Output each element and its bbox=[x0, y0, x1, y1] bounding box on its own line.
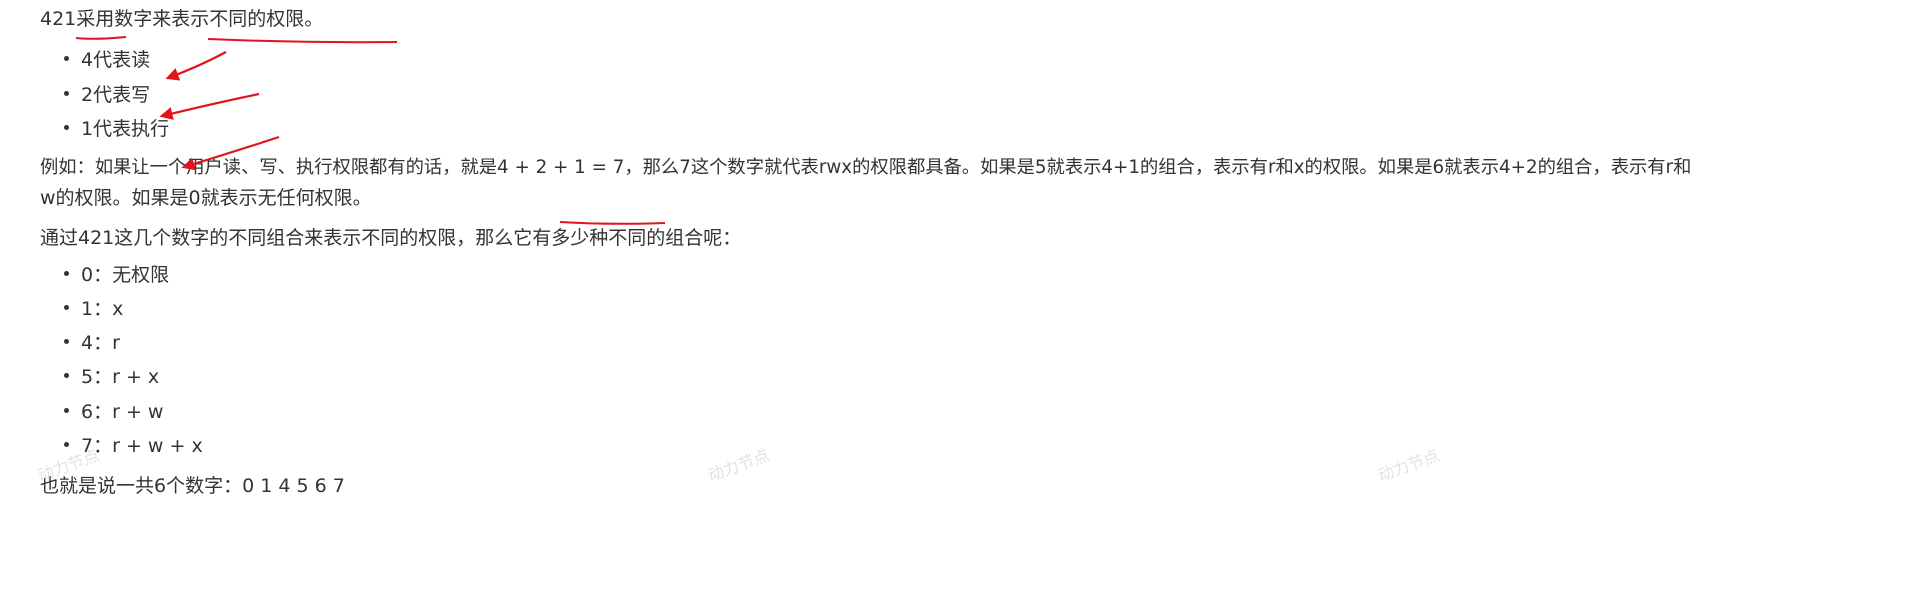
list-item: 4：r bbox=[64, 329, 120, 357]
list-item-text: 1：x bbox=[81, 298, 124, 320]
bullet-icon bbox=[64, 271, 69, 276]
list-item: 0：无权限 bbox=[64, 261, 169, 289]
bullet-icon bbox=[64, 442, 69, 447]
list-item: 4代表读 bbox=[64, 46, 150, 74]
list-item: 1：x bbox=[64, 295, 123, 323]
bullet-icon bbox=[64, 91, 69, 96]
bullet-icon bbox=[64, 56, 69, 61]
list-item-text: 6：r + w bbox=[81, 401, 164, 423]
list-item: 2代表写 bbox=[64, 81, 150, 109]
handwritten-annotations bbox=[75, 36, 666, 225]
list-item-text: 4：r bbox=[81, 332, 120, 354]
arrow-annotation bbox=[159, 92, 260, 120]
example-paragraph-line-1: 例如：如果让一个用户读、写、执行权限都有的话，就是4 + 2 + 1 = 7，那… bbox=[40, 157, 1692, 178]
bullet-icon bbox=[64, 125, 69, 130]
list-item-text: 1代表执行 bbox=[81, 118, 170, 140]
list-item-text: 4代表读 bbox=[81, 49, 151, 71]
list-item-text: 0：无权限 bbox=[81, 264, 170, 286]
watermark: 动力节点 bbox=[1375, 445, 1442, 486]
example-paragraph-line-2: w的权限。如果是0就表示无任何权限。 bbox=[40, 187, 372, 209]
list-item-text: 5：r + x bbox=[81, 366, 160, 388]
arrow-annotation bbox=[165, 51, 227, 81]
list-item-text: 7：r + w + x bbox=[81, 435, 203, 457]
list-item-text: 2代表写 bbox=[81, 84, 151, 106]
underline-annotation bbox=[75, 36, 127, 40]
watermark: 动力节点 bbox=[705, 445, 772, 486]
question-paragraph: 通过421这几个数字的不同组合来表示不同的权限，那么它有多少种不同的组合呢： bbox=[40, 227, 742, 249]
bullet-icon bbox=[64, 408, 69, 413]
bullet-icon bbox=[64, 339, 69, 344]
conclusion-paragraph: 也就是说一共6个数字：0 1 4 5 6 7 bbox=[40, 475, 345, 497]
bullet-icon bbox=[64, 373, 69, 378]
list-item: 5：r + x bbox=[64, 363, 159, 391]
bullet-icon bbox=[64, 305, 69, 310]
list-item: 1代表执行 bbox=[64, 115, 169, 143]
underline-annotation bbox=[207, 38, 398, 44]
intro-paragraph: 421采用数字来表示不同的权限。 bbox=[40, 8, 324, 30]
list-item: 6：r + w bbox=[64, 398, 163, 426]
